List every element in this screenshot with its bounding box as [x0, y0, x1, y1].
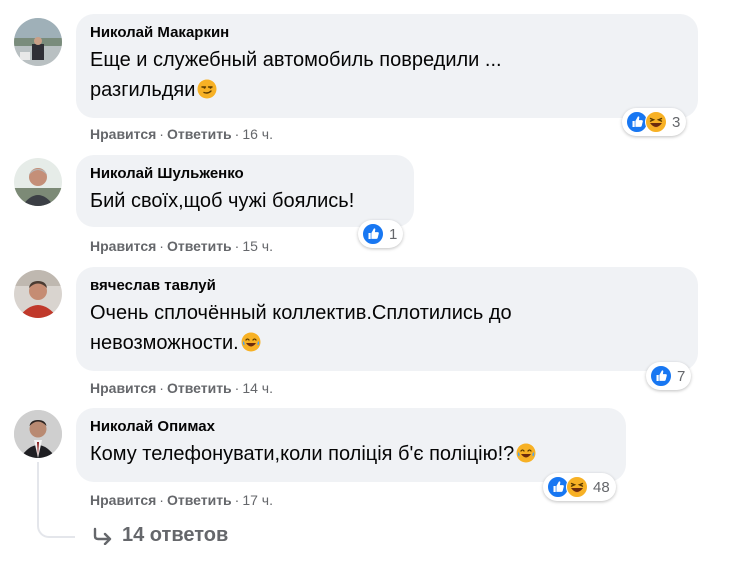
reply-link[interactable]: Ответить: [167, 380, 232, 396]
separator: ·: [234, 238, 240, 254]
comment-author[interactable]: Николай Опимах: [90, 417, 612, 437]
joy-emoji-icon: [516, 443, 536, 463]
reaction-summary[interactable]: 3: [622, 108, 687, 136]
comment-author[interactable]: Николай Шульженко: [90, 164, 400, 184]
comment-bubble: Николай Шульженко Бий своїх,щоб чужі боя…: [76, 155, 414, 227]
comment-text-line: Еще и служебный автомобиль повредили ...: [90, 49, 502, 71]
comment-bubble: Николай Опимах Кому телефонувати,коли по…: [76, 408, 626, 482]
like-reaction-icon: [650, 365, 672, 387]
reply-arrow-icon: [93, 527, 112, 545]
comment-author[interactable]: вячеслав тавлуй: [90, 276, 684, 296]
view-replies-link[interactable]: 14 ответов: [92, 524, 228, 547]
comment-bubble: Николай Макаркин Еще и служебный автомоб…: [76, 14, 698, 118]
haha-reaction-icon: [645, 111, 667, 133]
reaction-count: 1: [389, 225, 398, 243]
like-link[interactable]: Нравится: [90, 492, 156, 508]
reaction-count: 48: [593, 478, 610, 496]
comment-actions: Нравится · Ответить · 16 ч.: [90, 126, 273, 142]
like-link[interactable]: Нравится: [90, 380, 156, 396]
comment-text-line: Бий своїх,щоб чужі боялись!: [90, 190, 355, 212]
thread-connector-line: [37, 462, 75, 538]
comment-actions: Нравится · Ответить · 17 ч.: [90, 492, 273, 508]
comment-author[interactable]: Николай Макаркин: [90, 23, 684, 43]
like-link[interactable]: Нравится: [90, 238, 156, 254]
comment-text: Очень сплочённый коллектив.Сплотились до…: [90, 298, 684, 358]
like-link[interactable]: Нравится: [90, 126, 156, 142]
comment-actions: Нравится · Ответить · 15 ч.: [90, 238, 273, 254]
avatar[interactable]: [14, 18, 62, 66]
reply-link[interactable]: Ответить: [167, 492, 232, 508]
smirk-emoji-icon: [197, 79, 217, 99]
separator: ·: [159, 380, 164, 396]
comment-bubble: вячеслав тавлуй Очень сплочённый коллект…: [76, 267, 698, 371]
reaction-count: 7: [677, 367, 686, 385]
comment-timestamp[interactable]: 14 ч.: [242, 380, 273, 396]
separator: ·: [234, 492, 240, 508]
reaction-count: 3: [672, 113, 681, 131]
comment-text: Еще и служебный автомобиль повредили ...…: [90, 45, 684, 105]
separator: ·: [234, 126, 240, 142]
comment-text-fragment: невозможности.: [90, 332, 239, 354]
reaction-summary[interactable]: 48: [543, 473, 616, 501]
haha-reaction-icon: [566, 476, 588, 498]
separator: ·: [159, 238, 164, 254]
comment-actions: Нравится · Ответить · 14 ч.: [90, 380, 273, 396]
separator: ·: [234, 380, 240, 396]
comment-timestamp[interactable]: 16 ч.: [242, 126, 273, 142]
avatar[interactable]: [14, 270, 62, 318]
reaction-summary[interactable]: 7: [646, 362, 692, 390]
avatar[interactable]: [14, 158, 62, 206]
comment-text-fragment: разгильдяи: [90, 79, 196, 101]
avatar[interactable]: [14, 410, 62, 458]
joy-emoji-icon: [241, 332, 261, 352]
comment-timestamp[interactable]: 15 ч.: [242, 238, 273, 254]
comment-text-line: невозможности.: [90, 328, 684, 358]
comment-text: Кому телефонувати,коли поліція б'є поліц…: [90, 439, 612, 469]
reaction-summary[interactable]: 1: [358, 220, 404, 248]
comment-text-line: Кому телефонувати,коли поліція б'є поліц…: [90, 439, 612, 469]
reply-link[interactable]: Ответить: [167, 126, 232, 142]
replies-count-label: 14 ответов: [122, 524, 229, 546]
comment-text: Бий своїх,щоб чужі боялись!: [90, 186, 400, 216]
comment-text-fragment: Кому телефонувати,коли поліція б'є поліц…: [90, 443, 515, 465]
comment-timestamp[interactable]: 17 ч.: [242, 492, 273, 508]
comment-text-line: Очень сплочённый коллектив.Сплотились до: [90, 302, 512, 324]
separator: ·: [159, 492, 164, 508]
like-reaction-icon: [362, 223, 384, 245]
reply-link[interactable]: Ответить: [167, 238, 232, 254]
comment-text-line: разгильдяи: [90, 75, 684, 105]
separator: ·: [159, 126, 164, 142]
